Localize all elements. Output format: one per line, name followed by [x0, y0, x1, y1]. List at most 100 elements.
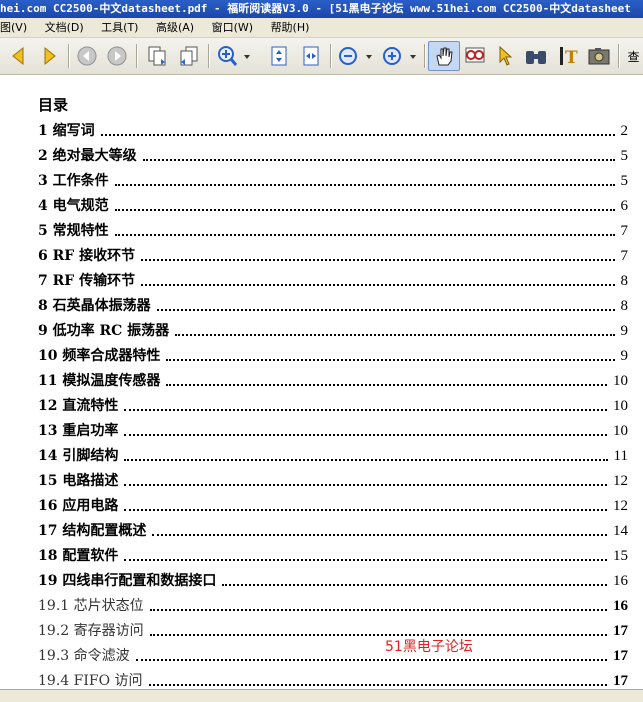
- toc-entry-page: 12: [613, 498, 628, 514]
- watermark-text: 51黑电子论坛: [385, 639, 473, 655]
- toc-leader-dots: [100, 134, 615, 136]
- search-label[interactable]: 查: [624, 42, 643, 70]
- toc-leader-dots: [124, 409, 607, 411]
- toc-entry-page: 12: [613, 473, 628, 489]
- toc-entry-page: 2: [620, 123, 629, 139]
- toc-entry[interactable]: 4 电气规范 6: [38, 193, 628, 215]
- fit-page-icon[interactable]: [266, 42, 292, 70]
- glasses-icon[interactable]: [462, 42, 488, 70]
- toc-entry-page: 14: [613, 523, 628, 539]
- toc-entry-page: 16: [613, 573, 628, 589]
- menu-advanced[interactable]: 高级(A): [150, 18, 202, 37]
- arrow-right-icon[interactable]: [38, 42, 62, 70]
- toc-entry-page: 8: [620, 273, 629, 289]
- toc-entry-label: 17 结构配置概述: [38, 523, 147, 539]
- toc-leader-dots: [141, 284, 615, 286]
- toc-entry[interactable]: 5 常规特性 7: [38, 218, 628, 240]
- toc-entry[interactable]: 19 四线串行配置和数据接口 16: [38, 568, 628, 590]
- toc-entry[interactable]: 15 电路描述 12: [38, 468, 628, 490]
- menu-bar: 图(V) 文档(D) 工具(T) 高级(A) 窗口(W) 帮助(H): [0, 18, 643, 38]
- toc-leader-dots: [149, 634, 607, 636]
- text-tool-icon[interactable]: T: [556, 42, 582, 70]
- zoom-in-icon[interactable]: [214, 42, 254, 70]
- toc-entry-page: 8: [620, 298, 629, 314]
- toc-entry[interactable]: 10 频率合成器特性 9: [38, 343, 628, 365]
- zoom-out-icon[interactable]: [336, 42, 376, 70]
- toc-entry[interactable]: 6 RF 接收环节 7: [38, 243, 628, 265]
- toc-entry-page: 7: [620, 248, 629, 264]
- back-icon[interactable]: [74, 42, 100, 70]
- toc-entry-label: 4 电气规范: [38, 198, 109, 214]
- toc-entry[interactable]: 13 重启功率 10: [38, 418, 628, 440]
- binoculars-icon[interactable]: [522, 42, 550, 70]
- toc-leader-dots: [141, 259, 615, 261]
- hand-icon[interactable]: [428, 41, 460, 71]
- toc-entry-page: 5: [620, 173, 629, 189]
- toc-entry[interactable]: 3 工作条件 5: [38, 168, 628, 190]
- toc-entry[interactable]: 8 石英晶体振荡器 8: [38, 293, 628, 315]
- toc-entry-label: 19.2 寄存器访问: [38, 623, 144, 639]
- select-arrow-icon[interactable]: [494, 42, 516, 70]
- snapshot-icon[interactable]: [586, 42, 612, 70]
- toc-entry[interactable]: 18 配置软件 15: [38, 543, 628, 565]
- svg-text:T: T: [565, 48, 578, 67]
- toc-entry-label: 14 引脚结构: [38, 448, 119, 464]
- toc-entry-label: 18 配置软件: [38, 548, 119, 564]
- toc-entry[interactable]: 11 模拟温度传感器 10: [38, 368, 628, 390]
- zoom-in-2-icon[interactable]: [380, 42, 420, 70]
- toc-entry-label: 1 缩写词: [38, 123, 95, 139]
- toc-entry[interactable]: 1 缩写词 2: [38, 118, 628, 140]
- toc-leader-dots: [114, 234, 615, 236]
- toc-entry-page: 15: [613, 548, 628, 564]
- toc-entry[interactable]: 16 应用电路 12: [38, 493, 628, 515]
- toc-entry[interactable]: 14 引脚结构 11: [38, 443, 628, 465]
- toc-leader-dots: [149, 609, 607, 611]
- toc-entry[interactable]: 12 直流特性 10: [38, 393, 628, 415]
- toc-entry-label: 3 工作条件: [38, 173, 109, 189]
- toc-entry-page: 9: [620, 323, 629, 339]
- toc-entry-page: 7: [620, 223, 629, 239]
- toc-entry-page: 17: [613, 623, 628, 639]
- toc-leader-dots: [114, 184, 615, 186]
- toc-entry-page: 9: [620, 348, 629, 364]
- toc-entry-page: 10: [613, 398, 628, 414]
- toc-entry-label: 10 频率合成器特性: [38, 348, 161, 364]
- toc-entry[interactable]: 19.4 FIFO 访问 17: [38, 668, 628, 690]
- menu-help[interactable]: 帮助(H): [265, 18, 318, 37]
- toc-leader-dots: [156, 309, 615, 311]
- toc-leader-dots: [166, 359, 615, 361]
- toc-entry[interactable]: 19.3 命令滤波 17: [38, 643, 628, 665]
- menu-window[interactable]: 窗口(W): [206, 18, 261, 37]
- toc-entry-page: 11: [613, 448, 628, 464]
- toc-entry[interactable]: 19.1 芯片状态位 16: [38, 593, 628, 615]
- toc-entry-label: 8 石英晶体振荡器: [38, 298, 151, 314]
- copy-page-icon[interactable]: [144, 42, 170, 70]
- toc-entry[interactable]: 2 绝对最大等级 5: [38, 143, 628, 165]
- menu-tools[interactable]: 工具(T): [95, 18, 146, 37]
- toc-entry-page: 17: [613, 673, 628, 689]
- toc-entry-label: 7 RF 传输环节: [38, 273, 136, 289]
- toc-entry-label: 19.4 FIFO 访问: [38, 673, 143, 689]
- toc-leader-dots: [124, 559, 607, 561]
- toolbar: T 查: [0, 38, 643, 75]
- toc-entry-label: 19.3 命令滤波: [38, 648, 130, 664]
- toc-entry-label: 9 低功率 RC 振荡器: [38, 323, 170, 339]
- toc-leader-dots: [175, 334, 615, 336]
- toc-entry-label: 11 模拟温度传感器: [38, 373, 161, 389]
- toc-leader-dots: [124, 484, 607, 486]
- toc-entry[interactable]: 19.2 寄存器访问 17: [38, 618, 628, 640]
- menu-view[interactable]: 图(V): [0, 18, 35, 37]
- toc-entry[interactable]: 7 RF 传输环节 8: [38, 268, 628, 290]
- arrow-left-icon[interactable]: [6, 42, 30, 70]
- menu-document[interactable]: 文档(D): [39, 18, 92, 37]
- toc-entry-page: 10: [613, 423, 628, 439]
- toc-leader-dots: [135, 659, 607, 661]
- forward-icon[interactable]: [104, 42, 130, 70]
- toc-entry-page: 16: [613, 598, 628, 614]
- fit-width-icon[interactable]: [298, 42, 324, 70]
- toc-leader-dots: [124, 434, 607, 436]
- toc-leader-dots: [148, 684, 607, 686]
- extract-page-icon[interactable]: [176, 42, 202, 70]
- toc-entry[interactable]: 9 低功率 RC 振荡器 9: [38, 318, 628, 340]
- toc-entry[interactable]: 17 结构配置概述 14: [38, 518, 628, 540]
